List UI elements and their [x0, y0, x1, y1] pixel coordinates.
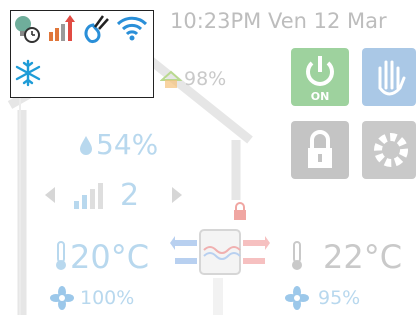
- power-label: ON: [310, 90, 330, 103]
- outdoor-fan-speed: 95%: [318, 287, 361, 309]
- fan-icon: [50, 286, 74, 314]
- outdoor-fan-icon: [285, 286, 309, 314]
- house-humidity-icon: [159, 70, 183, 94]
- wifi-icon: [116, 14, 148, 46]
- signal-bars-up-icon: [47, 14, 77, 48]
- clock-date: 10:23PM Ven 12 Mar: [170, 9, 387, 33]
- time-text: 10:23PM: [170, 9, 262, 33]
- thermometer-icon: [54, 240, 68, 276]
- fan-level: 2: [120, 178, 140, 213]
- fan-level-bars-icon: [72, 181, 106, 215]
- date-text: Ven 12 Mar: [268, 9, 387, 33]
- power-button[interactable]: ON: [291, 48, 349, 106]
- hand-button[interactable]: [362, 48, 416, 106]
- outside-humidity: 98%: [184, 68, 227, 90]
- indoor-fan-speed: 100%: [80, 287, 135, 309]
- fan-level-decrease-button[interactable]: [40, 184, 62, 210]
- heat-exchanger-icon: [170, 222, 270, 286]
- hand-flame-icon: [81, 13, 113, 49]
- exchanger-line: [213, 278, 223, 315]
- settings-button[interactable]: [362, 121, 416, 179]
- humidity-drop-icon: [78, 135, 94, 159]
- outdoor-temp: 22°C: [323, 238, 403, 276]
- status-panel: [10, 10, 154, 98]
- snowflake-icon: [14, 59, 42, 91]
- room-humidity: 54%: [96, 128, 159, 161]
- lightbulb-clock-icon: [12, 14, 42, 48]
- fan-level-increase-button[interactable]: [165, 184, 187, 210]
- outdoor-thermometer-icon: [290, 240, 304, 276]
- lock-button[interactable]: [291, 121, 349, 179]
- indoor-temp: 20°C: [70, 238, 150, 276]
